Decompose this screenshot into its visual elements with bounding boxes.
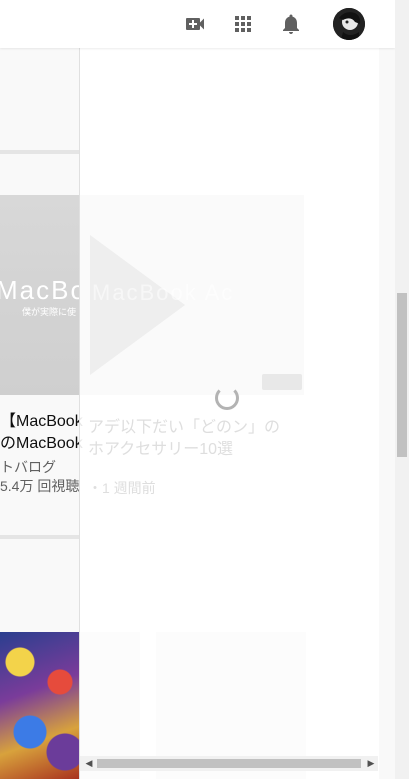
- video-create-icon[interactable]: [183, 12, 207, 36]
- video-thumbnail-macbook[interactable]: MacBo 僕が実際に使: [0, 195, 80, 395]
- notifications-bell-icon[interactable]: [279, 12, 303, 36]
- user-avatar[interactable]: [333, 8, 365, 40]
- video-channel-name[interactable]: トバログ: [0, 457, 56, 477]
- thumbnail-title: MacBo: [0, 275, 80, 305]
- top-card-area: [0, 48, 80, 150]
- section-divider: [0, 150, 80, 154]
- scroll-right-arrow-icon[interactable]: ▶: [366, 757, 376, 770]
- apps-grid-icon[interactable]: [231, 12, 255, 36]
- top-header: [0, 0, 395, 48]
- faded-video-meta: ・1 週間前: [88, 480, 156, 496]
- scroll-left-arrow-icon[interactable]: ◀: [84, 757, 94, 770]
- loading-spinner-icon: [215, 386, 239, 410]
- video-thumbnail-anime[interactable]: [0, 632, 80, 779]
- faded-video-title-line2: ホアクセサリー10選: [88, 441, 233, 458]
- video-title-line2[interactable]: のMacBook: [0, 433, 83, 455]
- section-divider: [0, 535, 80, 539]
- video-title-line1[interactable]: 【MacBook: [0, 411, 83, 433]
- video-view-count: 5.4万 回視聴: [0, 478, 80, 494]
- faded-thumbnail-text: MacBook Ac: [92, 280, 235, 305]
- video-duration-badge: [262, 374, 302, 390]
- thumbnail-subtitle: 僕が実際に使: [22, 307, 77, 317]
- faded-video-title-line1: アデ以下だい「どのン」の: [88, 419, 281, 436]
- page-scrollbar-thumb[interactable]: [397, 293, 407, 457]
- horizontal-scrollbar-thumb[interactable]: [97, 759, 361, 768]
